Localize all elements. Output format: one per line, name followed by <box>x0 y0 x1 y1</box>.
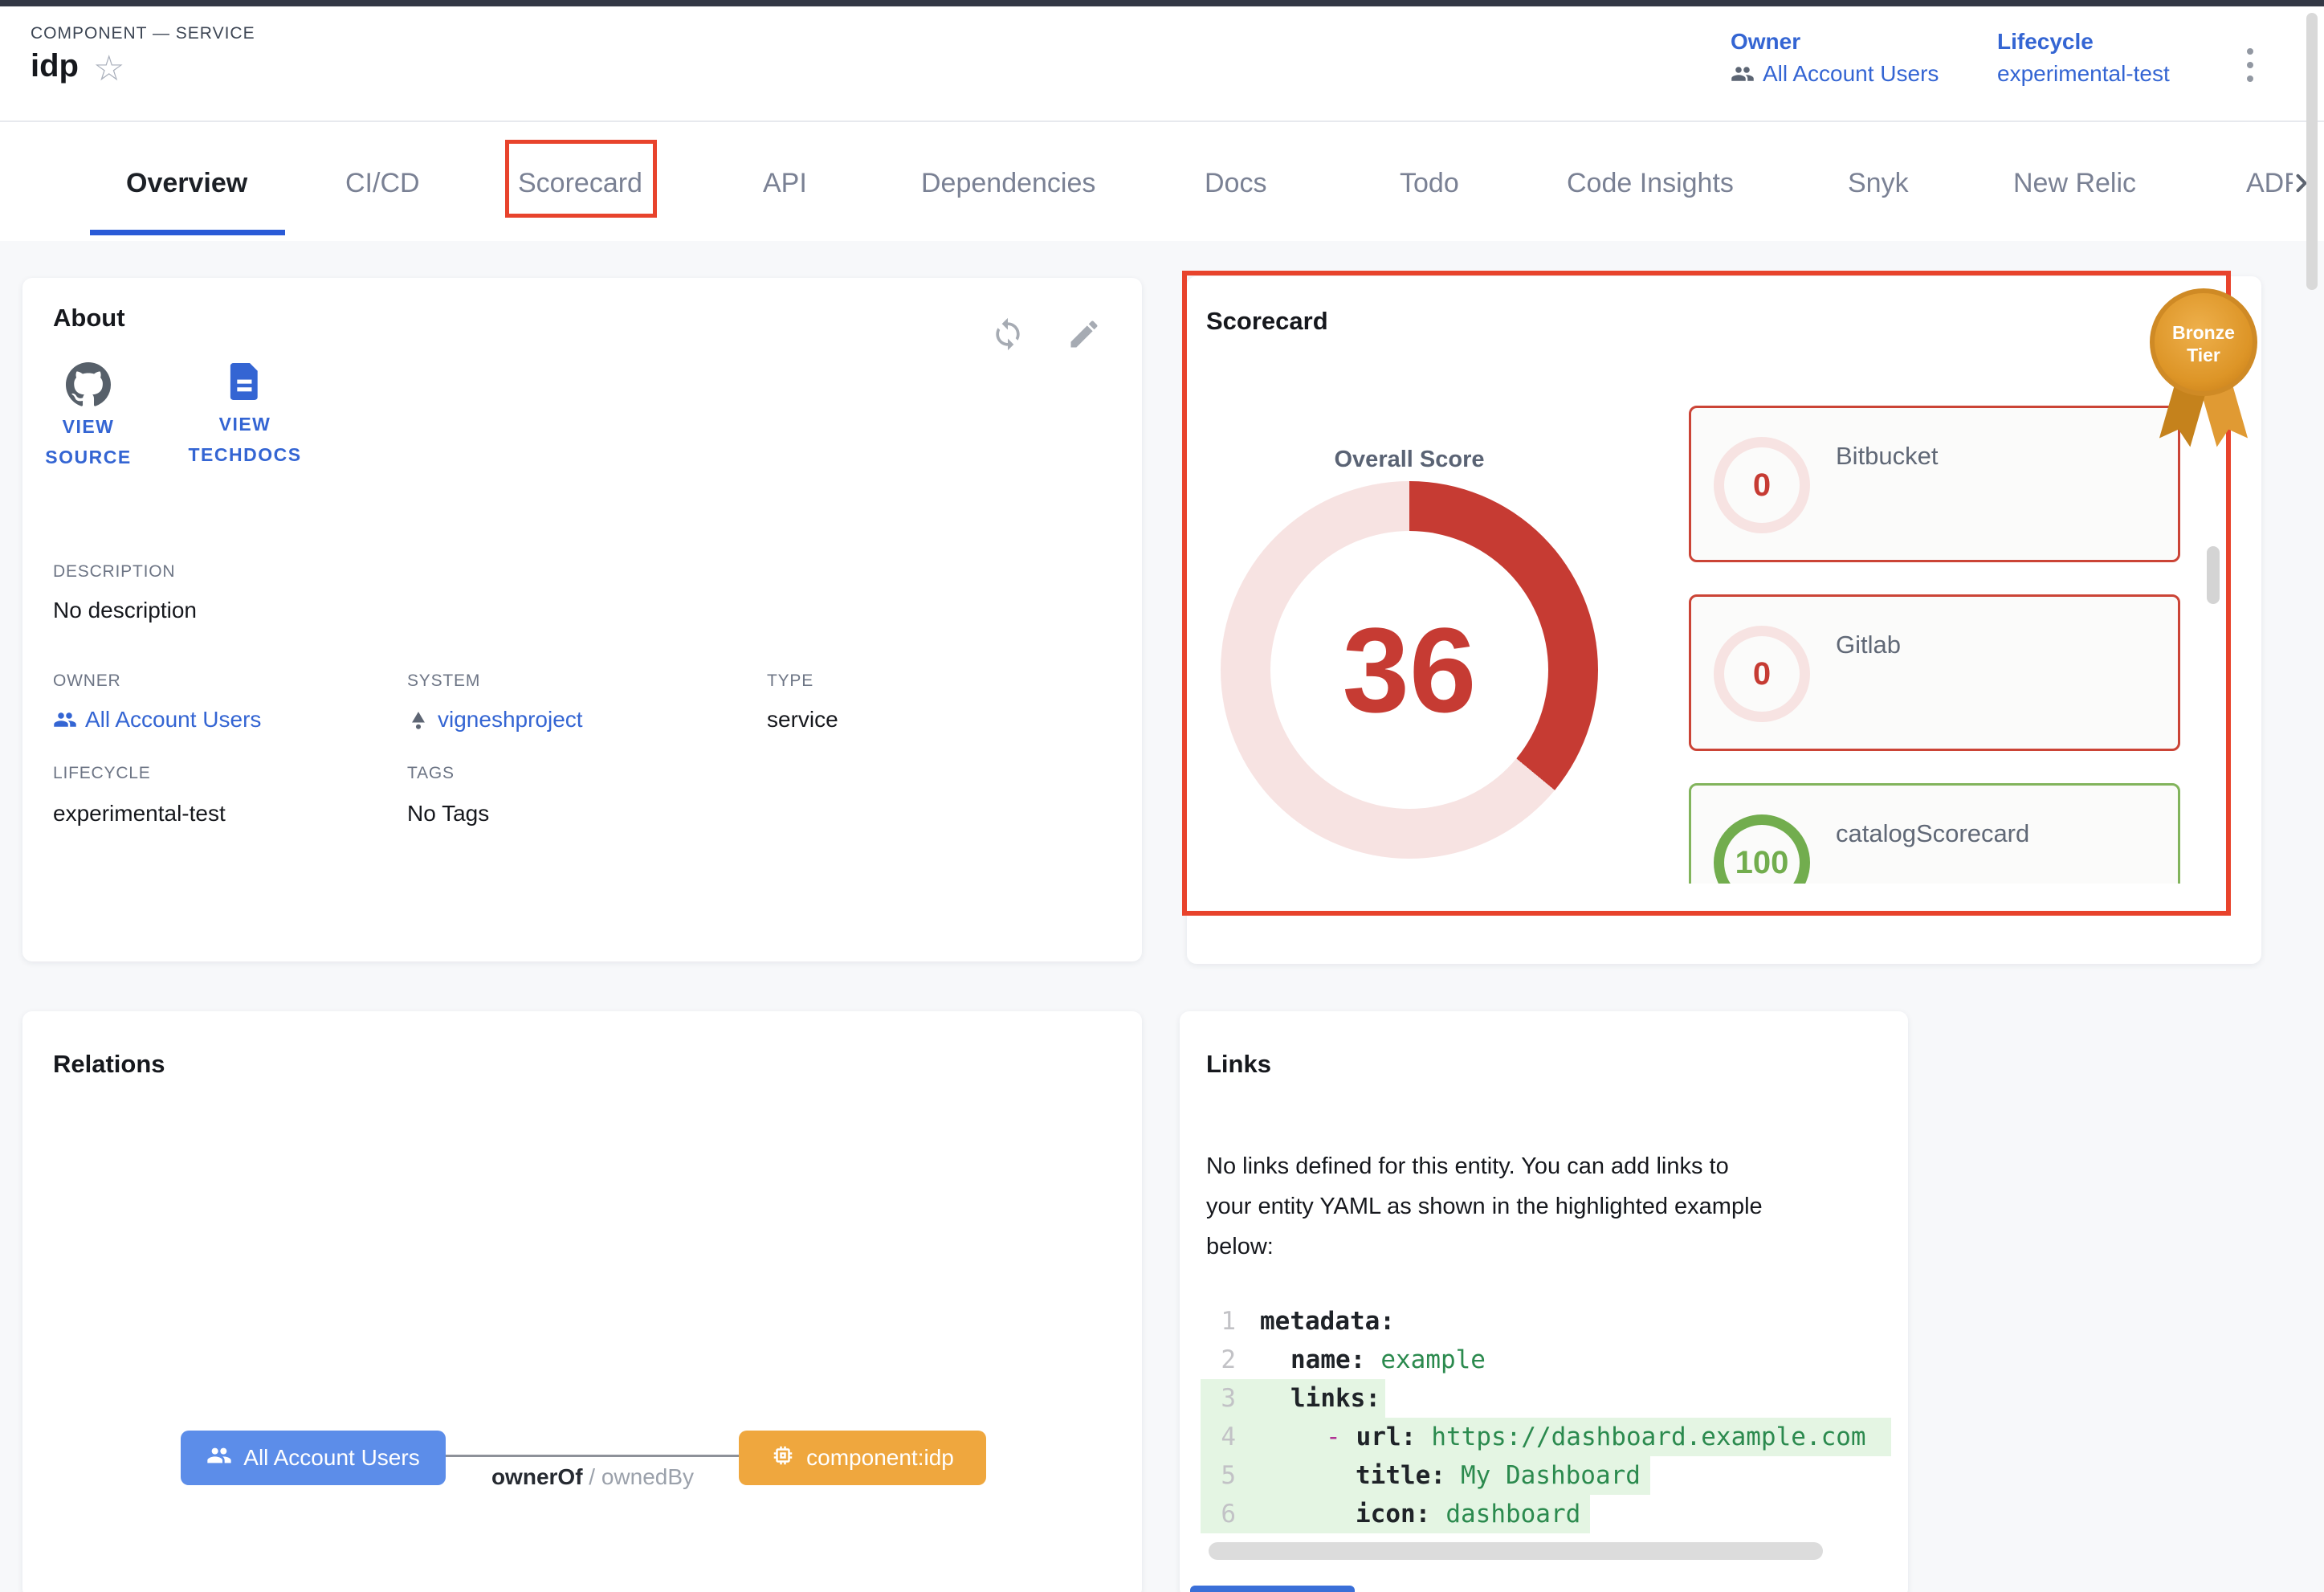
page-scrollbar[interactable] <box>2306 13 2318 290</box>
lifecycle-label: Lifecycle <box>1997 29 2170 55</box>
overview-content: About VIEW SOURCE VIEW TECHDOCS DESCRIPT… <box>0 241 2324 1592</box>
relations-card-title: Relations <box>53 1050 165 1079</box>
tier-badge-line2: Tier <box>2187 345 2220 365</box>
scorecard-item-gitlab[interactable]: 0 Gitlab <box>1689 594 2180 751</box>
lifecycle-value: experimental-test <box>1997 61 2170 87</box>
bronze-tier-badge: Bronze Tier <box>2147 280 2260 456</box>
type-field-label: TYPE <box>767 671 813 691</box>
owner-field-value: All Account Users <box>85 707 261 733</box>
chip-icon <box>771 1443 795 1473</box>
tab-overview[interactable]: Overview <box>126 168 247 199</box>
github-icon <box>66 397 111 410</box>
tab-todo[interactable]: Todo <box>1400 168 1459 199</box>
scorecard-list-scrollbar[interactable] <box>2207 546 2220 604</box>
code-line-highlighted: 4-url:https://dashboard.example.com <box>1201 1418 1891 1456</box>
tab-docs[interactable]: Docs <box>1205 168 1266 199</box>
techdocs-document-icon <box>222 394 268 408</box>
relations-card: Relations All Account Users component:id… <box>22 1011 1142 1592</box>
system-field-link[interactable]: vigneshproject <box>407 707 583 733</box>
lifecycle-field-label: LIFECYCLE <box>53 764 151 783</box>
overall-score-value: 36 <box>1270 531 1548 809</box>
relation-node-label: component:idp <box>806 1445 954 1471</box>
header-lifecycle: Lifecycle experimental-test <box>1997 29 2170 87</box>
lifecycle-field-value: experimental-test <box>53 801 226 827</box>
score-value: 0 <box>1714 437 1810 533</box>
system-field-label: SYSTEM <box>407 671 480 691</box>
scorecard-item-list: 0 Bitbucket 0 Gitlab 100 catalogScorecar… <box>1689 406 2180 884</box>
tab-dependencies[interactable]: Dependencies <box>921 168 1095 199</box>
tab-code-insights[interactable]: Code Insights <box>1567 168 1734 199</box>
code-line: 1metadata: <box>1201 1302 1891 1341</box>
people-icon <box>53 708 77 732</box>
code-horizontal-scrollbar[interactable] <box>1209 1542 1823 1560</box>
view-techdocs-label: VIEW TECHDOCS <box>173 409 317 470</box>
entity-header: COMPONENT — SERVICE idp ☆ Owner All Acco… <box>0 6 2324 122</box>
view-source-label: VIEW SOURCE <box>28 411 149 472</box>
code-line-highlighted: 3links: <box>1201 1379 1385 1418</box>
owner-link[interactable]: All Account Users <box>1731 61 1939 87</box>
description-label: DESCRIPTION <box>53 562 175 582</box>
score-value: 0 <box>1714 626 1810 722</box>
scorecard-item-catalogscorecard[interactable]: 100 catalogScorecard <box>1689 783 2180 884</box>
scorecard-item-label: catalogScorecard <box>1836 819 2029 848</box>
relation-node-owner[interactable]: All Account Users <box>181 1431 446 1485</box>
scorecard-item-label: Gitlab <box>1836 631 1901 659</box>
view-source-link[interactable]: VIEW SOURCE <box>28 362 149 472</box>
header-owner: Owner All Account Users <box>1731 29 1939 87</box>
relation-node-label: All Account Users <box>243 1445 419 1471</box>
tab-api[interactable]: API <box>763 168 807 199</box>
score-ring: 100 <box>1714 814 1810 884</box>
page-title: idp <box>31 48 79 84</box>
score-value: 100 <box>1714 814 1810 884</box>
people-icon <box>1731 62 1755 86</box>
tags-field-value: No Tags <box>407 801 489 827</box>
tab-snyk[interactable]: Snyk <box>1848 168 1909 199</box>
more-options-kebab-icon[interactable] <box>2240 42 2260 88</box>
yaml-code-example: 1metadata: 2name:example 3links: 4-url:h… <box>1201 1302 1891 1533</box>
edit-pencil-icon[interactable] <box>1066 316 1102 356</box>
code-line-highlighted: 6icon:dashboard <box>1201 1495 1590 1533</box>
type-field-value: service <box>767 707 838 733</box>
tier-badge-line1: Bronze <box>2172 322 2235 343</box>
scorecard-card-title: Scorecard <box>1206 307 1328 336</box>
code-line-highlighted: 5title:My Dashboard <box>1201 1456 1650 1495</box>
about-card: About VIEW SOURCE VIEW TECHDOCS DESCRIPT… <box>22 278 1142 961</box>
refresh-icon[interactable] <box>990 316 1025 356</box>
links-card: Links No links defined for this entity. … <box>1180 1011 1908 1592</box>
relation-edge-label: ownerOf / ownedBy <box>472 1464 713 1490</box>
favorite-star-icon[interactable]: ☆ <box>93 51 124 87</box>
owner-value: All Account Users <box>1763 61 1939 87</box>
scorecard-item-bitbucket[interactable]: 0 Bitbucket <box>1689 406 2180 562</box>
about-card-title: About <box>53 304 125 333</box>
owner-label: Owner <box>1731 29 1939 55</box>
links-card-title: Links <box>1206 1050 1271 1079</box>
links-empty-message: No links defined for this entity. You ca… <box>1206 1146 1885 1267</box>
owner-field-link[interactable]: All Account Users <box>53 707 261 733</box>
system-field-value: vigneshproject <box>438 707 583 733</box>
scorecard-item-label: Bitbucket <box>1836 442 1939 471</box>
scorecard-card: Scorecard Overall Score 36 0 Bitbucket 0… <box>1187 276 2261 964</box>
tags-field-label: TAGS <box>407 764 455 783</box>
description-value: No description <box>53 598 197 623</box>
links-card-action-button[interactable] <box>1190 1586 1355 1592</box>
relation-node-component[interactable]: component:idp <box>739 1431 986 1485</box>
overall-score-gauge: 36 <box>1221 481 1598 859</box>
entity-tabs: Overview CI/CD Scorecard API Dependencie… <box>0 122 2324 241</box>
code-line: 2name:example <box>1201 1341 1891 1379</box>
overall-score-label: Overall Score <box>1289 447 1530 473</box>
owner-field-label: OWNER <box>53 671 121 691</box>
relation-edge-line <box>446 1455 739 1457</box>
score-ring: 0 <box>1714 437 1810 533</box>
top-navigation-strip <box>0 0 2324 6</box>
people-icon <box>206 1443 232 1474</box>
system-icon <box>407 708 430 731</box>
tab-new-relic[interactable]: New Relic <box>2013 168 2136 199</box>
entity-page: COMPONENT — SERVICE idp ☆ Owner All Acco… <box>0 0 2324 1592</box>
breadcrumb: COMPONENT — SERVICE <box>31 24 255 43</box>
active-tab-indicator <box>90 230 285 235</box>
tab-scorecard[interactable]: Scorecard <box>518 168 642 199</box>
tab-cicd[interactable]: CI/CD <box>345 168 420 199</box>
view-techdocs-link[interactable]: VIEW TECHDOCS <box>173 358 317 470</box>
score-ring: 0 <box>1714 626 1810 722</box>
